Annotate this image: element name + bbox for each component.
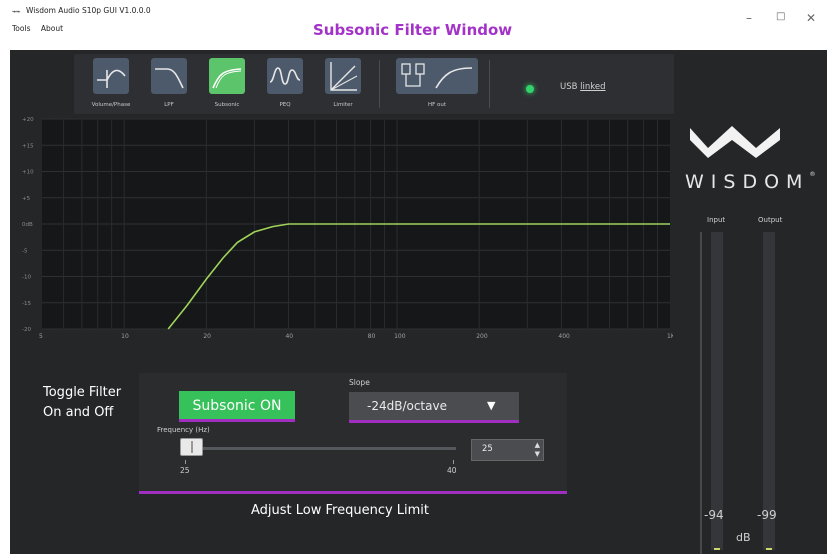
meter-unit: dB [736, 531, 751, 544]
tool-subsonic[interactable] [209, 58, 245, 94]
toolbar: Volume/Phase LPF Subsonic PEQ Limiter HF… [74, 54, 674, 114]
x-tick-label: 40 [285, 333, 293, 340]
x-tick-label: 20 [203, 333, 211, 340]
output-meter-label: Output [758, 216, 783, 224]
tool-volume-phase[interactable] [93, 58, 129, 94]
slope-value: -24dB/octave [367, 399, 447, 413]
output-meter-level [766, 548, 772, 550]
input-meter [711, 232, 723, 550]
tool-limiter[interactable] [325, 58, 361, 94]
usb-status-prefix: USB [560, 82, 578, 92]
menu-about[interactable]: About [41, 24, 63, 33]
slider-max-label: 40 [447, 466, 457, 475]
input-meter-value: -94 [704, 508, 724, 522]
brand-wordmark: WISDOM® [685, 171, 815, 193]
y-tick-label: -5 [22, 248, 28, 254]
tool-label-subsonic: Subsonic [214, 102, 240, 108]
frequency-slider-handle[interactable] [180, 438, 203, 456]
limiter-icon [330, 62, 358, 91]
frequency-slider-track[interactable] [180, 447, 456, 450]
toggle-annotation: Toggle Filter On and Off [43, 383, 121, 423]
menu-tools[interactable]: Tools [12, 24, 30, 33]
usb-status: USB linked [560, 82, 606, 92]
maximize-button[interactable]: □ [776, 11, 785, 22]
window-title: Wisdom Audio S10p GUI V1.0.0.0 [26, 6, 151, 15]
tool-label-limiter: Limiter [333, 102, 353, 108]
y-tick-label: +20 [22, 117, 34, 123]
volume-phase-icon [97, 69, 126, 88]
close-button[interactable]: ✕ [806, 11, 816, 25]
toggle-annotation-line2: On and Off [43, 405, 114, 420]
y-tick-label: -10 [22, 275, 31, 281]
usb-linked-link[interactable]: linked [580, 82, 605, 92]
x-tick-label: 200 [476, 333, 488, 340]
lpf-curve-icon [155, 68, 184, 89]
y-tick-label: +5 [22, 196, 31, 202]
input-meter-level [714, 548, 720, 550]
x-tick-label: 5 [39, 333, 43, 340]
frequency-label: Frequency (Hz) [157, 426, 210, 434]
subsonic-curve-icon [212, 68, 242, 89]
tool-label-volume-phase: Volume/Phase [91, 102, 131, 108]
toolbar-divider [489, 60, 490, 108]
input-meter-label: Input [707, 216, 726, 224]
frequency-response-graph: +20 +15 +10 +5 0dB -5 -10 -15 -20 5 10 20 40 80 100 200… [22, 117, 673, 340]
wisdom-logo [690, 126, 780, 158]
tool-peq[interactable] [267, 58, 303, 94]
tool-hf-out[interactable] [396, 58, 478, 94]
output-meter-value: -99 [757, 508, 777, 522]
slope-label: Slope [349, 378, 370, 387]
tool-label-hf-out: HF out [427, 102, 447, 108]
toggle-annotation-line1: Toggle Filter [43, 385, 122, 400]
meter-scale [700, 232, 702, 554]
frequency-spinbox[interactable]: 25 ▲ ▼ [471, 439, 544, 461]
tool-label-lpf: LPF [164, 102, 174, 108]
hf-out-icon [401, 63, 473, 89]
brand-name: WISDOM [685, 171, 810, 193]
app-icon: ⌁⌁ [12, 7, 21, 16]
spin-up-icon[interactable]: ▲ [535, 441, 540, 449]
y-tick-label: -15 [22, 301, 31, 307]
usb-status-led [526, 85, 534, 93]
y-tick-label: +15 [22, 143, 34, 149]
trademark: ® [809, 171, 816, 178]
x-tick-label: 80 [368, 333, 376, 340]
x-tick-label: 10 [121, 333, 129, 340]
x-tick-label: 400 [558, 333, 570, 340]
x-tick-label: 100 [394, 333, 406, 340]
minimize-button[interactable]: – [746, 11, 752, 25]
y-tick-label: -20 [22, 327, 31, 333]
y-tick-label: 0dB [22, 222, 33, 228]
dropdown-arrow-icon: ▼ [487, 399, 496, 412]
adjust-annotation: Adjust Low Frequency Limit [251, 503, 430, 518]
toolbar-divider [379, 60, 380, 108]
slider-tick [185, 460, 186, 464]
subsonic-on-button[interactable]: Subsonic ON [179, 391, 295, 422]
x-tick-label: 1K [667, 333, 673, 340]
output-meter [763, 232, 775, 550]
y-tick-label: +10 [22, 170, 34, 176]
tool-lpf[interactable] [151, 58, 187, 94]
slider-min-label: 25 [180, 466, 190, 475]
tool-label-peq: PEQ [279, 102, 291, 108]
slope-select[interactable]: -24dB/octave ▼ [349, 392, 519, 423]
spin-down-icon[interactable]: ▼ [535, 450, 540, 458]
peq-curve-icon [269, 67, 301, 85]
slider-tick [453, 460, 454, 464]
menu-bar: Tools About [12, 24, 71, 33]
title-bar: ⌁⌁ Wisdom Audio S10p GUI V1.0.0.0 Tools … [0, 0, 827, 50]
frequency-value: 25 [482, 444, 493, 454]
annotation-title: Subsonic Filter Window [313, 21, 513, 39]
